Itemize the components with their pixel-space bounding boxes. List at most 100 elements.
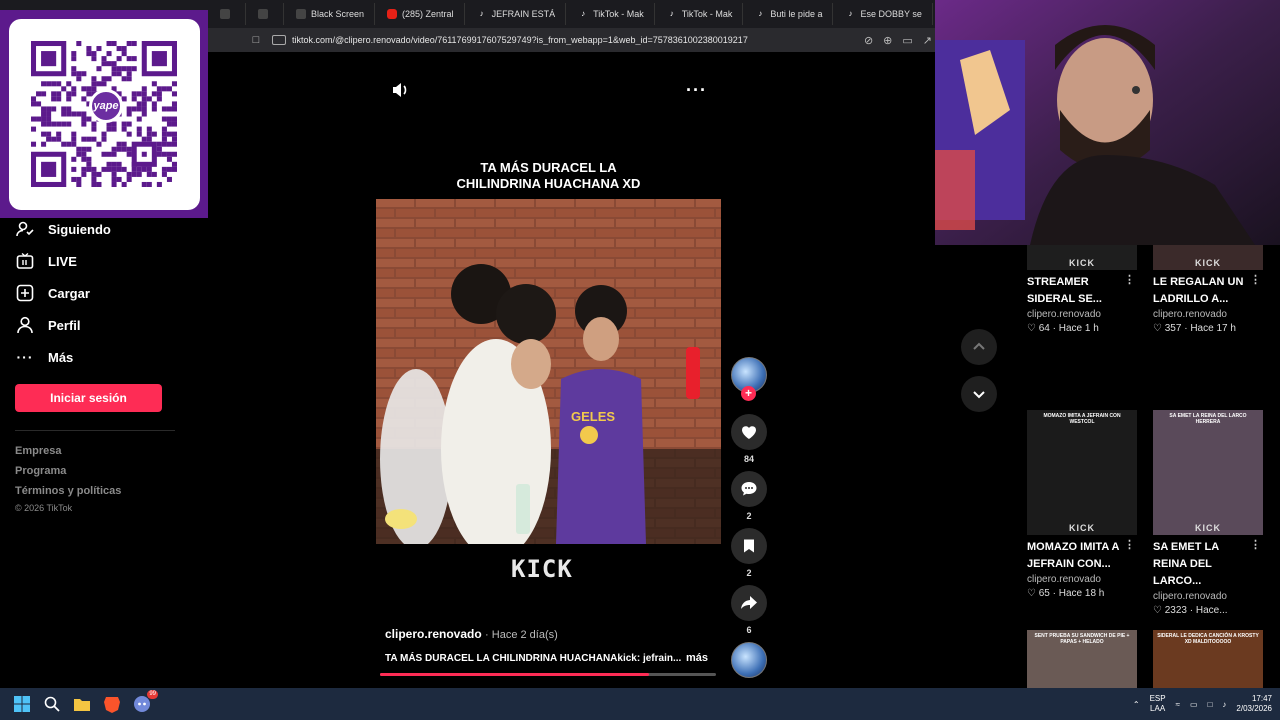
video-thumbnail[interactable]: SENT PRUEBA SU SANDWICH DE PIE + PAPAS +…	[1027, 630, 1137, 688]
related-video-card[interactable]: KICK LE REGALAN UN LADRILLO A... ⋮ clipero.…	[1153, 245, 1265, 334]
follow-plus-icon[interactable]: +	[741, 386, 756, 401]
related-video-title[interactable]: STREAMER SIDERAL SE...	[1027, 274, 1127, 308]
thumbnail-caption: SENT PRUEBA SU SANDWICH DE PIE + PAPAS +…	[1034, 633, 1130, 645]
webcam-overlay	[935, 0, 1280, 245]
video-thumbnail[interactable]: SIDERAL LE DEDICA CANCIÓN A KROSTY XD MA…	[1153, 630, 1263, 688]
sidebar-item-following[interactable]: Siguiendo	[16, 220, 111, 238]
previous-video-button[interactable]	[961, 329, 997, 365]
webcam-scene	[935, 0, 1280, 245]
wifi-icon[interactable]: ≈	[1176, 700, 1180, 709]
comment-button[interactable]	[731, 471, 767, 507]
bookmark-icon[interactable]: □	[246, 34, 266, 46]
video-thumbnail[interactable]: KICK	[1153, 245, 1263, 270]
footer-link-program[interactable]: Programa	[15, 465, 66, 477]
kick-watermark: KICK	[1069, 258, 1095, 268]
profile-icon	[16, 316, 34, 334]
like-count: 357	[1164, 323, 1182, 334]
like-button[interactable]	[731, 414, 767, 450]
kebab-menu-icon[interactable]: ⋮	[1250, 538, 1261, 551]
chevron-up-icon[interactable]: ⌃	[1133, 700, 1140, 709]
kick-watermark: KICK	[1195, 523, 1221, 533]
browser-tab[interactable]: ♪ Buti le pide a	[745, 3, 834, 25]
share-arrow-icon	[741, 596, 757, 609]
video-thumbnail[interactable]: KICK	[1027, 245, 1137, 270]
discord-icon[interactable]: 99	[130, 690, 158, 716]
sidebar-item-upload[interactable]: Cargar	[16, 284, 90, 302]
volume-tray-icon[interactable]: ♪	[1222, 700, 1226, 709]
no-tracking-icon[interactable]: ⊘	[864, 34, 873, 47]
video-thumbnail[interactable]: MOMAZO IMITA A JEFRAIN CON WESTCOL KICK	[1027, 410, 1137, 535]
related-video-title[interactable]: SA EMET LA REINA DEL LARCO...	[1153, 539, 1253, 590]
network-icon[interactable]: □	[1208, 700, 1213, 709]
brave-browser-icon[interactable]	[100, 692, 124, 716]
related-video-card[interactable]: SENT PRUEBA SU SANDWICH DE PIE + PAPAS +…	[1027, 630, 1139, 688]
kebab-menu-icon[interactable]: ⋮	[1250, 273, 1261, 286]
login-button[interactable]: Iniciar sesión	[15, 384, 162, 412]
clock-date: 2/03/2026	[1236, 704, 1272, 713]
like-count: 84	[743, 454, 754, 464]
yape-logo: yape	[89, 89, 123, 123]
sidebar-item-live[interactable]: LIVE	[16, 252, 77, 270]
caption-more-link[interactable]: más	[686, 652, 708, 664]
more-options-icon[interactable]: ···	[686, 80, 707, 101]
screen-icon[interactable]: ▭	[902, 34, 912, 47]
related-video-title[interactable]: LE REGALAN UN LADRILLO A...	[1153, 274, 1253, 308]
windows-start-icon[interactable]	[10, 692, 34, 716]
zoom-icon[interactable]: ⊕	[883, 34, 892, 47]
related-video-card[interactable]: KICK STREAMER SIDERAL SE... ⋮ clipero.renov…	[1027, 245, 1139, 334]
browser-tab[interactable]	[210, 3, 246, 25]
svg-text:GELES: GELES	[571, 409, 615, 424]
related-video-stats: ♡ 64 · Hace 1 h	[1027, 323, 1139, 334]
browser-tab[interactable]: ♪ JEFRAIN ESTÁ	[467, 3, 567, 25]
app-icon	[296, 9, 306, 19]
browser-tab[interactable]: Black Screen	[286, 3, 376, 25]
browser-tab[interactable]: ♪ TikTok - Mak	[657, 3, 744, 25]
video-thumbnail[interactable]: SA EMET LA REINA DEL LARCO HERRERA KICK	[1153, 410, 1263, 535]
clock[interactable]: 17:47 2/03/2026	[1236, 694, 1272, 714]
related-video-author[interactable]: clipero.renovado	[1027, 574, 1139, 585]
browser-tab[interactable]: (285) Zentral	[377, 3, 465, 25]
share-button[interactable]	[731, 585, 767, 621]
thumbnail-caption: SIDERAL LE DEDICA CANCIÓN A KROSTY XD MA…	[1157, 633, 1259, 645]
address-bar[interactable]: □ tiktok.com/@clipero.renovado/video/761…	[208, 28, 938, 52]
related-video-author[interactable]: clipero.renovado	[1027, 309, 1139, 320]
next-video-button[interactable]	[961, 376, 997, 412]
browser-tab[interactable]: ♪ TikTok - Mak	[568, 3, 655, 25]
sidebar-item-more[interactable]: ··· Más	[16, 348, 74, 366]
related-video-card[interactable]: SA EMET LA REINA DEL LARCO HERRERA KICK SA…	[1153, 410, 1265, 616]
kebab-menu-icon[interactable]: ⋮	[1124, 273, 1135, 286]
url-text[interactable]: tiktok.com/@clipero.renovado/video/76117…	[292, 35, 864, 45]
video-progress-bar[interactable]	[380, 673, 716, 676]
search-icon[interactable]	[40, 692, 64, 716]
language-indicator[interactable]: ESP LAA	[1150, 694, 1166, 714]
share-icon[interactable]: ↗	[923, 34, 932, 47]
kebab-menu-icon[interactable]: ⋮	[1124, 538, 1135, 551]
divider	[15, 430, 175, 431]
site-settings-icon[interactable]	[272, 35, 286, 45]
related-video-title[interactable]: MOMAZO IMITA A JEFRAIN CON...	[1027, 539, 1127, 573]
related-video-card[interactable]: MOMAZO IMITA A JEFRAIN CON WESTCOL KICK MO…	[1027, 410, 1139, 599]
related-video-stats: ♡ 357 · Hace 17 h	[1153, 323, 1265, 334]
chevron-up-icon	[973, 342, 985, 350]
music-disc-avatar[interactable]	[731, 642, 767, 678]
related-video-card[interactable]: SIDERAL LE DEDICA CANCIÓN A KROSTY XD MA…	[1153, 630, 1265, 688]
save-count: 2	[746, 568, 752, 578]
footer-link-company[interactable]: Empresa	[15, 445, 61, 457]
volume-icon[interactable]	[390, 80, 410, 100]
related-video-author[interactable]: clipero.renovado	[1153, 309, 1265, 320]
related-video-author[interactable]: clipero.renovado	[1153, 591, 1265, 602]
sidebar-item-profile[interactable]: Perfil	[16, 316, 81, 334]
save-button[interactable]	[731, 528, 767, 564]
tiktok-icon: ♪	[848, 9, 853, 18]
video-scene: GELES	[376, 199, 721, 544]
footer-link-terms[interactable]: Términos y políticas	[15, 485, 121, 497]
file-explorer-icon[interactable]	[70, 692, 94, 716]
battery-icon[interactable]: ▭	[1190, 700, 1198, 709]
browser-tab[interactable]: ♪ Ese DOBBY se	[835, 3, 933, 25]
author-name[interactable]: clipero.renovado	[385, 627, 482, 641]
video-frame[interactable]: GELES	[376, 199, 721, 544]
kick-watermark: KICK	[1195, 258, 1221, 268]
screen: Black Screen (285) Zentral ♪ JEFRAIN ESTÁ ♪ T…	[0, 0, 1280, 720]
browser-tab[interactable]	[248, 3, 284, 25]
video-author[interactable]: clipero.renovado · Hace 2 día(s)	[385, 627, 558, 641]
